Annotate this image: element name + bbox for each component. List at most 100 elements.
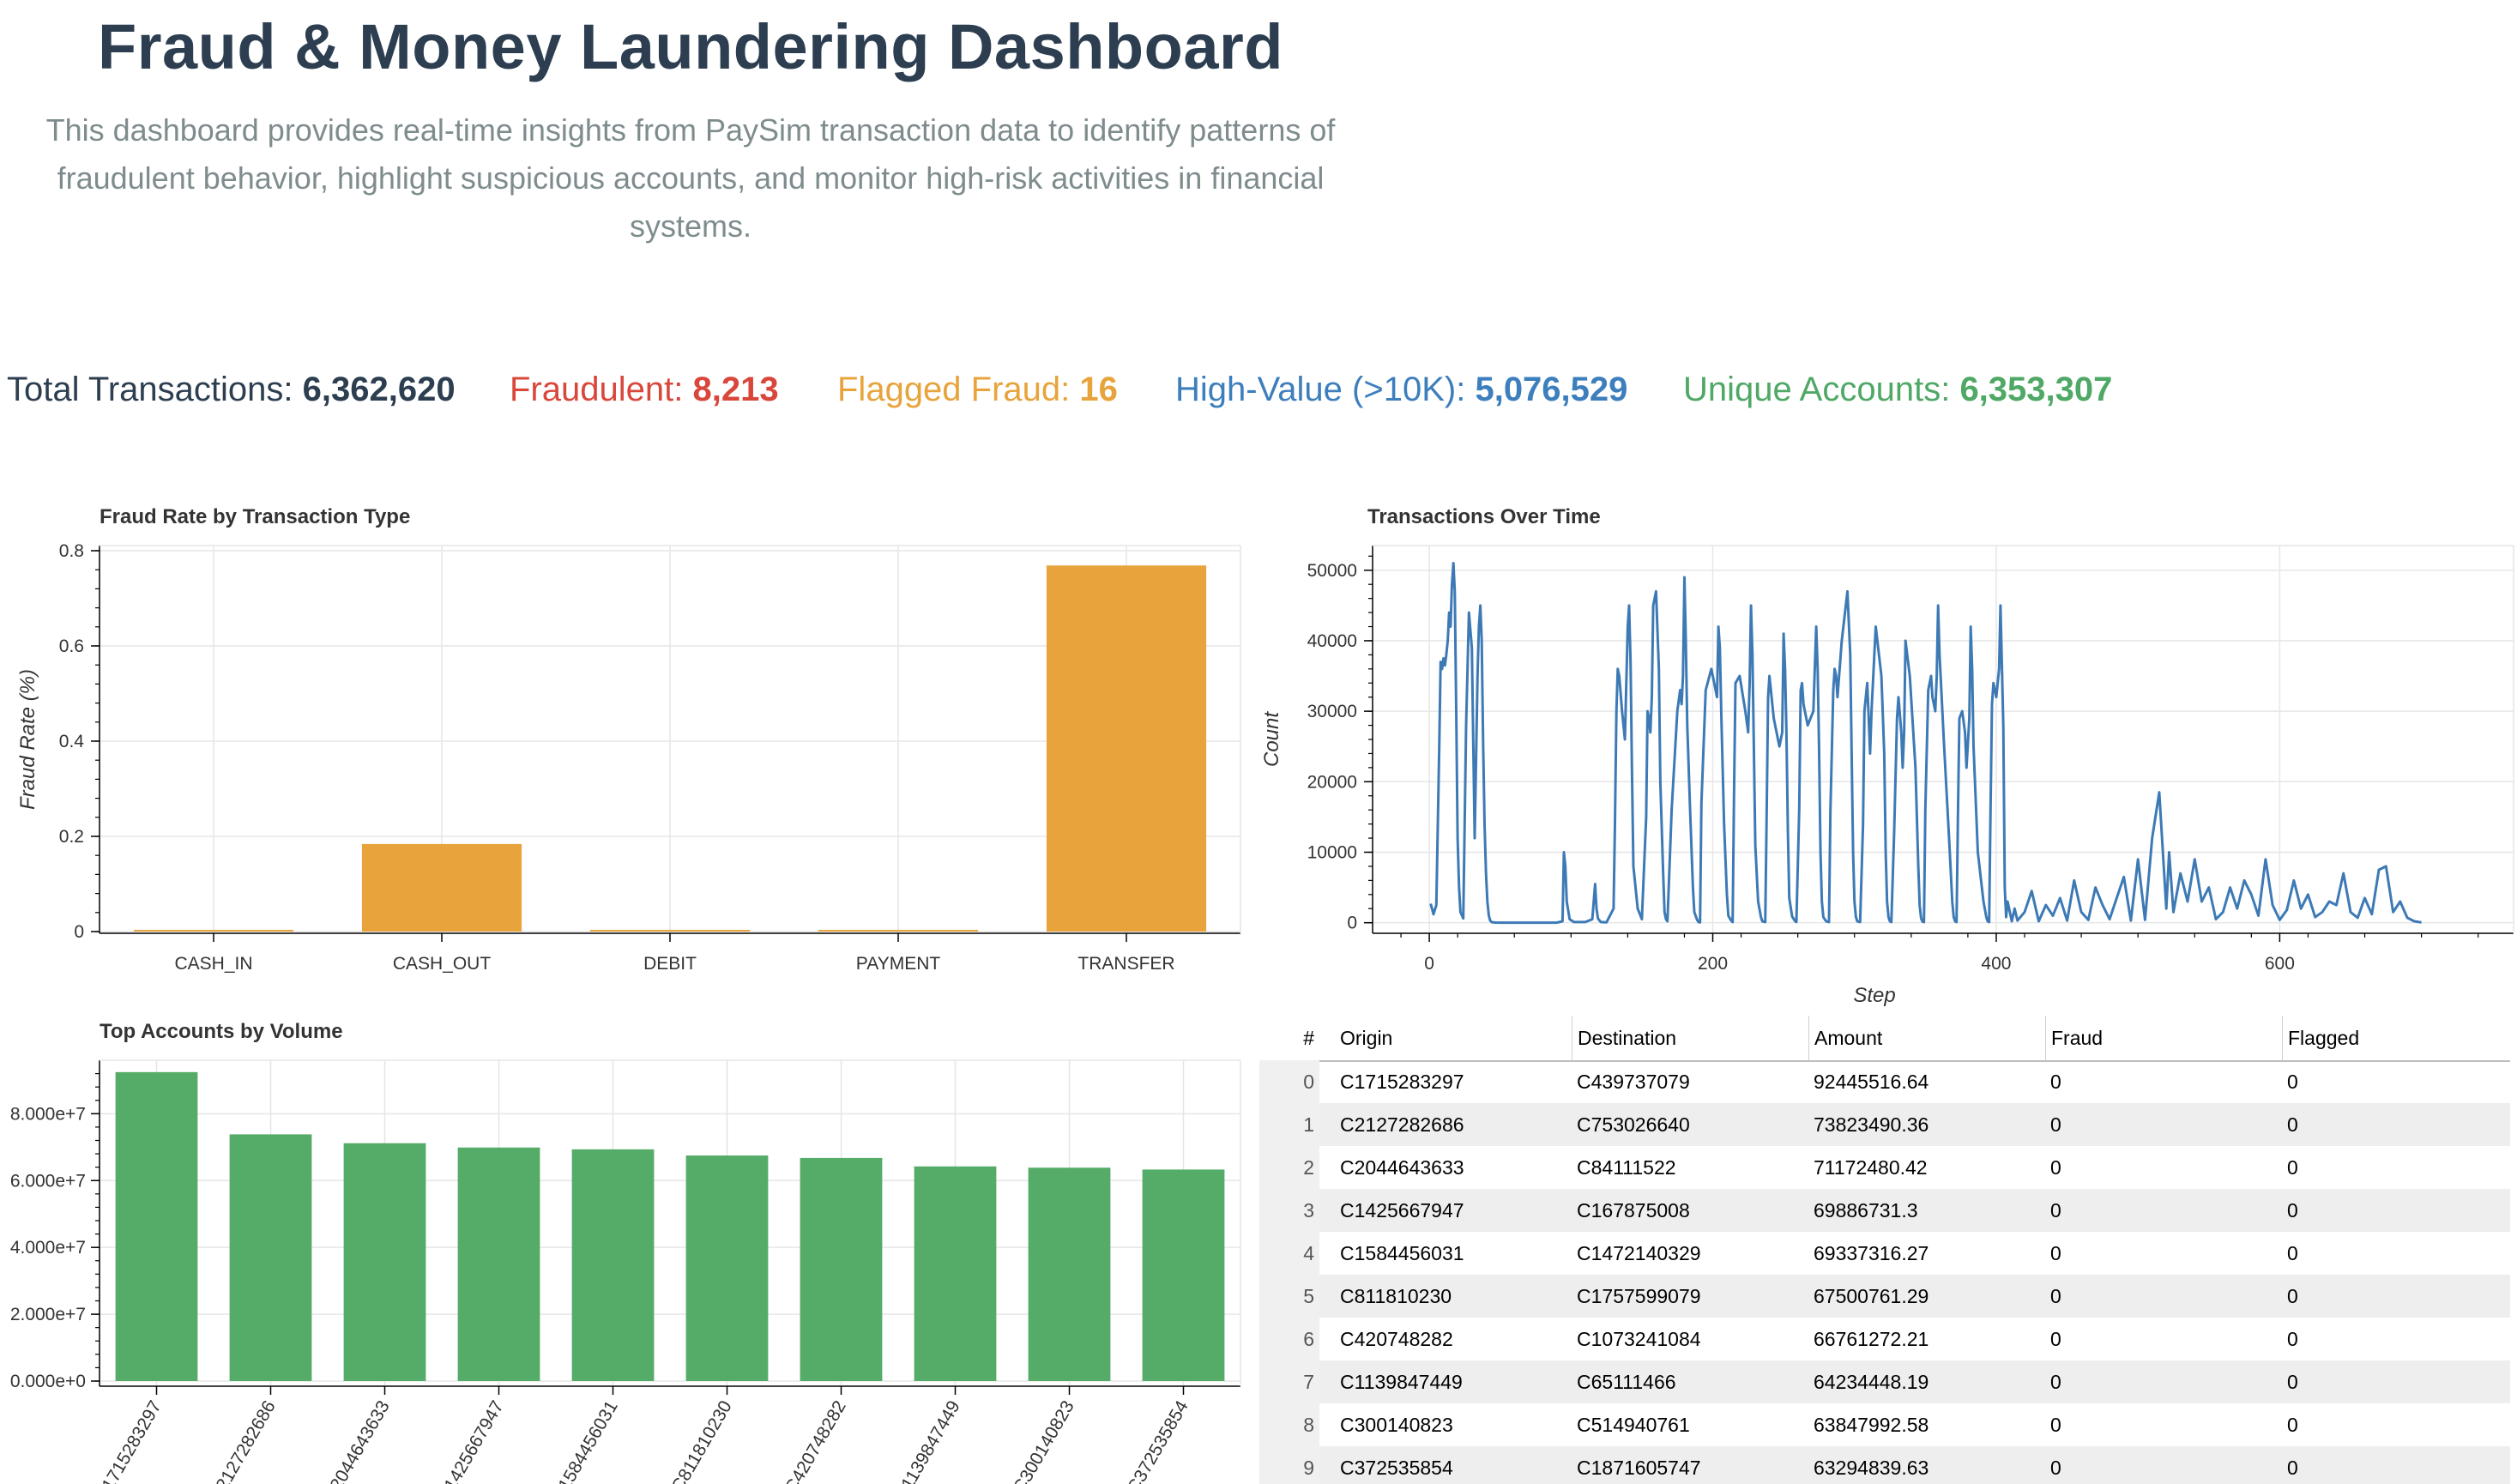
y-axis-label: Fraud Rate (%) [16,669,39,810]
stat-label: Fraudulent: [510,371,684,408]
cell-fraud: 0 [2050,1071,2061,1093]
x-tick-label: TRANSFER [1077,954,1174,974]
cell-origin: C1584456031 [1340,1242,1464,1264]
cell-amount: 63847992.58 [1814,1414,1929,1436]
page-title: Fraud & Money Laundering Dashboard [98,11,1283,82]
x-tick-label: 200 [1698,954,1728,974]
cell-origin: C2044643633 [1340,1156,1464,1179]
table-row[interactable]: 3 C1425667947 C167875008 69886731.3 0 0 [1259,1189,2510,1232]
cell-destination: C84111522 [1577,1156,1676,1179]
y-tick-label: 0 [74,922,84,942]
stat-fraudulent: Fraudulent: 8,213 [510,371,779,409]
bar-cash-out [361,843,522,932]
row-index: 8 [1259,1403,1319,1446]
y-tick-label: 40000 [1307,631,1357,651]
stat-label: Total Transactions: [7,371,293,408]
column-header-destination[interactable]: Destination [1572,1016,1803,1060]
cell-amount: 71172480.42 [1814,1156,1928,1179]
x-tick-label: C1715283297 [92,1397,166,1484]
stat-label: Unique Accounts: [1683,371,1951,408]
cell-flagged: 0 [2287,1371,2298,1393]
cell-fraud: 0 [2050,1328,2061,1350]
table-row[interactable]: 1 C2127282686 C753026640 73823490.36 0 0 [1259,1103,2510,1146]
cell-flagged: 0 [2287,1071,2298,1093]
cell-origin: C372535854 [1340,1457,1453,1479]
cell-destination: C65111466 [1577,1371,1676,1393]
x-tick-label: 600 [2265,954,2295,974]
stat-flagged-fraud: Flagged Fraud: 16 [837,371,1118,409]
table-row[interactable]: 6 C420748282 C1073241084 66761272.21 0 0 [1259,1318,2510,1360]
table-row[interactable]: 8 C300140823 C514940761 63847992.58 0 0 [1259,1403,2510,1446]
table-row[interactable]: 5 C811810230 C1757599079 67500761.29 0 0 [1259,1275,2510,1318]
cell-origin: C811810230 [1340,1285,1452,1307]
stat-label: High-Value (>10K): [1175,371,1466,408]
bar-account [914,1166,997,1381]
row-index: 6 [1259,1318,1319,1360]
cell-origin: C1425667947 [1340,1199,1464,1222]
stat-high-value: High-Value (>10K): 5,076,529 [1175,371,1627,409]
cell-flagged: 0 [2287,1285,2298,1307]
x-tick-label: C2127282686 [206,1397,280,1484]
row-index: 5 [1259,1275,1319,1318]
series-line-count [1429,562,2422,925]
y-tick-label: 0 [1347,914,1357,933]
y-tick-label: 0.2 [59,827,84,847]
table-header: # Origin Destination Amount Fraud Flagge… [1259,1016,2510,1062]
row-index: 2 [1259,1146,1319,1189]
cell-flagged: 0 [2287,1242,2298,1264]
table-row[interactable]: 7 C1139847449 C65111466 64234448.19 0 0 [1259,1360,2510,1403]
cell-amount: 69886731.3 [1814,1199,1918,1222]
y-tick-label: 2.000e+7 [10,1305,86,1324]
x-tick-label: C1584456031 [548,1397,622,1484]
row-index: 4 [1259,1232,1319,1275]
cell-origin: C300140823 [1340,1414,1453,1436]
column-header-flagged[interactable]: Flagged [2282,1016,2510,1060]
table-row[interactable]: 9 C372535854 C1871605747 63294839.63 0 0 [1259,1446,2510,1484]
bar-account [457,1147,540,1381]
bar-account [571,1149,655,1381]
x-tick-label: CASH_IN [174,954,252,974]
y-tick-label: 50000 [1307,561,1357,581]
x-tick-label: PAYMENT [856,954,941,974]
x-tick-label: DEBIT [643,954,697,974]
bar-account [115,1071,198,1381]
cell-origin: C1139847449 [1340,1371,1463,1393]
x-tick-label: C300140823 [1010,1397,1078,1484]
cell-flagged: 0 [2287,1457,2298,1479]
row-index: 0 [1259,1060,1319,1103]
top-accounts-chart: Top Accounts by Volume 0.000e+0 2.000e+7 4.… [10,1020,1241,1484]
x-tick-label: C1139847449 [891,1397,964,1484]
cell-destination: C1472140329 [1577,1242,1701,1264]
cell-fraud: 0 [2050,1285,2061,1307]
page-description: This dashboard provides real-time insigh… [45,112,1336,244]
stat-value: 6,353,307 [1959,371,2113,408]
fraud-rate-chart: Fraud Rate by Transaction Type 0 0.2 0.4 0.6… [16,505,1241,974]
x-tick-label: C372535854 [1124,1397,1192,1484]
cell-flagged: 0 [2287,1328,2298,1350]
cell-amount: 92445516.64 [1814,1071,1929,1093]
cell-origin: C2127282686 [1340,1113,1464,1136]
stat-value: 16 [1079,371,1118,408]
bar-account [1142,1169,1225,1381]
column-header-index[interactable]: # [1259,1016,1319,1060]
column-header-amount[interactable]: Amount [1808,1016,2040,1060]
cell-origin: C1715283297 [1340,1071,1464,1093]
cell-amount: 64234448.19 [1814,1371,1929,1393]
bar-payment [818,930,979,932]
column-header-origin[interactable]: Origin [1335,1016,1566,1060]
table-row[interactable]: 2 C2044643633 C84111522 71172480.42 0 0 [1259,1146,2510,1189]
table-row[interactable]: 0 C1715283297 C439737079 92445516.64 0 0 [1259,1060,2510,1103]
table-row[interactable]: 4 C1584456031 C1472140329 69337316.27 0 0 [1259,1232,2510,1275]
bar-debit [589,930,751,932]
column-header-fraud[interactable]: Fraud [2045,1016,2277,1060]
stat-value: 6,362,620 [302,371,456,408]
cell-fraud: 0 [2050,1156,2061,1179]
y-tick-label: 0.000e+0 [10,1372,86,1391]
x-tick-label: C811810230 [668,1397,736,1484]
cell-flagged: 0 [2287,1156,2298,1179]
x-axis-label: Step [1853,984,1895,1007]
cell-fraud: 0 [2050,1242,2061,1264]
cell-fraud: 0 [2050,1371,2061,1393]
transactions-over-time-chart: Transactions Over Time 0 10000 20000 30000 40… [1260,505,2514,1007]
bar-account [800,1157,883,1381]
